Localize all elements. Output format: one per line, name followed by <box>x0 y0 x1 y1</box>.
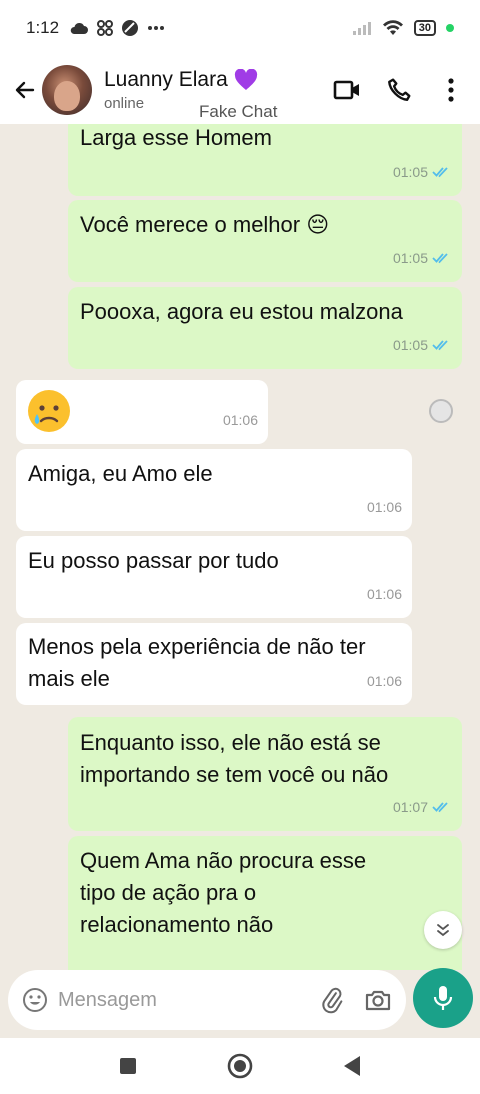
camera-icon[interactable] <box>364 986 392 1014</box>
sad-tear-emoji-icon <box>28 390 70 432</box>
double-chevron-down-icon <box>437 924 449 937</box>
home-circle-icon <box>227 1053 253 1079</box>
more-options-button[interactable] <box>436 75 466 105</box>
message-time: 01:07 <box>392 799 428 815</box>
message-text: Poooxa, agora eu estou malzona <box>80 299 403 324</box>
message-bubble-outgoing[interactable]: Poooxa, agora eu estou malzona 01:05 <box>68 287 462 369</box>
message-time: 01:06 <box>222 412 258 428</box>
message-time: 01:05 <box>392 337 428 353</box>
scroll-to-bottom-button[interactable] <box>424 911 462 949</box>
double-check-read-icon <box>432 802 448 813</box>
message-bubble-outgoing[interactable]: Larga esse Homem 01:05 <box>68 124 462 196</box>
back-button[interactable] <box>4 69 46 111</box>
paperclip-icon[interactable] <box>318 986 346 1014</box>
message-list[interactable]: Larga esse Homem 01:05 Você merece o mel… <box>0 124 480 970</box>
message-text: Eu posso passar por tudo <box>28 548 279 573</box>
cloud-icon <box>70 22 89 34</box>
wifi-icon <box>382 20 403 35</box>
message-composer <box>8 970 406 1030</box>
arrow-left-icon <box>15 81 35 99</box>
app-grid-icon <box>97 20 114 36</box>
signal-icon <box>352 22 371 35</box>
message-input[interactable] <box>58 988 288 1012</box>
contact-name: Luanny Elara <box>104 68 228 91</box>
video-camera-icon <box>333 80 359 100</box>
message-text: Enquanto isso, ele não está se importand… <box>80 730 389 787</box>
purple-heart-icon <box>234 69 257 90</box>
recent-apps-button[interactable] <box>114 1052 142 1080</box>
message-time: 01:06 <box>366 673 402 689</box>
home-button[interactable] <box>226 1052 254 1080</box>
message-text: Amiga, eu Amo ele <box>28 461 213 486</box>
message-bubble-incoming[interactable]: Menos pela experiência de não ter mais e… <box>16 623 412 705</box>
kebab-menu-icon <box>448 78 454 102</box>
square-icon <box>120 1058 136 1074</box>
emoji-icon[interactable] <box>22 987 48 1013</box>
message-text: Menos pela experiência de não ter mais e… <box>28 634 366 691</box>
more-notifications-icon <box>148 26 165 30</box>
message-bubble-incoming[interactable]: 😥 01:06 <box>16 380 268 444</box>
message-time: 01:06 <box>366 586 402 602</box>
microphone-icon <box>433 986 453 1010</box>
message-bubble-incoming[interactable]: Eu posso passar por tudo 01:06 <box>16 536 412 618</box>
message-bubble-incoming[interactable]: Amiga, eu Amo ele 01:06 <box>16 449 412 531</box>
message-text: Larga esse Homem <box>80 125 272 150</box>
privacy-indicator-dot <box>446 24 454 32</box>
double-check-read-icon <box>432 253 448 264</box>
message-time: 01:06 <box>366 499 402 515</box>
voice-record-button[interactable] <box>413 968 473 1028</box>
circle-slash-icon <box>122 20 139 36</box>
select-message-radio[interactable] <box>429 399 453 423</box>
back-nav-button[interactable] <box>338 1052 366 1080</box>
triangle-back-icon <box>344 1056 360 1076</box>
fake-chat-overlay-label: Fake Chat <box>199 102 278 121</box>
message-bubble-outgoing[interactable]: Enquanto isso, ele não está se importand… <box>68 717 462 831</box>
message-text: Você merece o melhor 😔 <box>80 212 330 237</box>
message-bubble-outgoing[interactable]: Quem Ama não procura esse tipo de ação p… <box>68 836 462 970</box>
message-bubble-outgoing[interactable]: Você merece o melhor 😔 01:05 <box>68 200 462 282</box>
avatar[interactable] <box>42 65 92 115</box>
video-call-button[interactable] <box>332 75 362 105</box>
message-time: 01:05 <box>392 164 428 180</box>
status-bar: 1:12 30 <box>0 0 480 56</box>
double-check-read-icon <box>432 167 448 178</box>
double-check-read-icon <box>432 340 448 351</box>
status-time: 1:12 <box>26 18 60 37</box>
voice-call-button[interactable] <box>384 75 414 105</box>
message-time: 01:05 <box>392 250 428 266</box>
system-navigation-bar <box>0 1038 480 1094</box>
phone-icon <box>388 78 411 101</box>
message-text: Quem Ama não procura esse tipo de ação p… <box>80 848 367 937</box>
battery-indicator: 30 <box>413 20 436 36</box>
